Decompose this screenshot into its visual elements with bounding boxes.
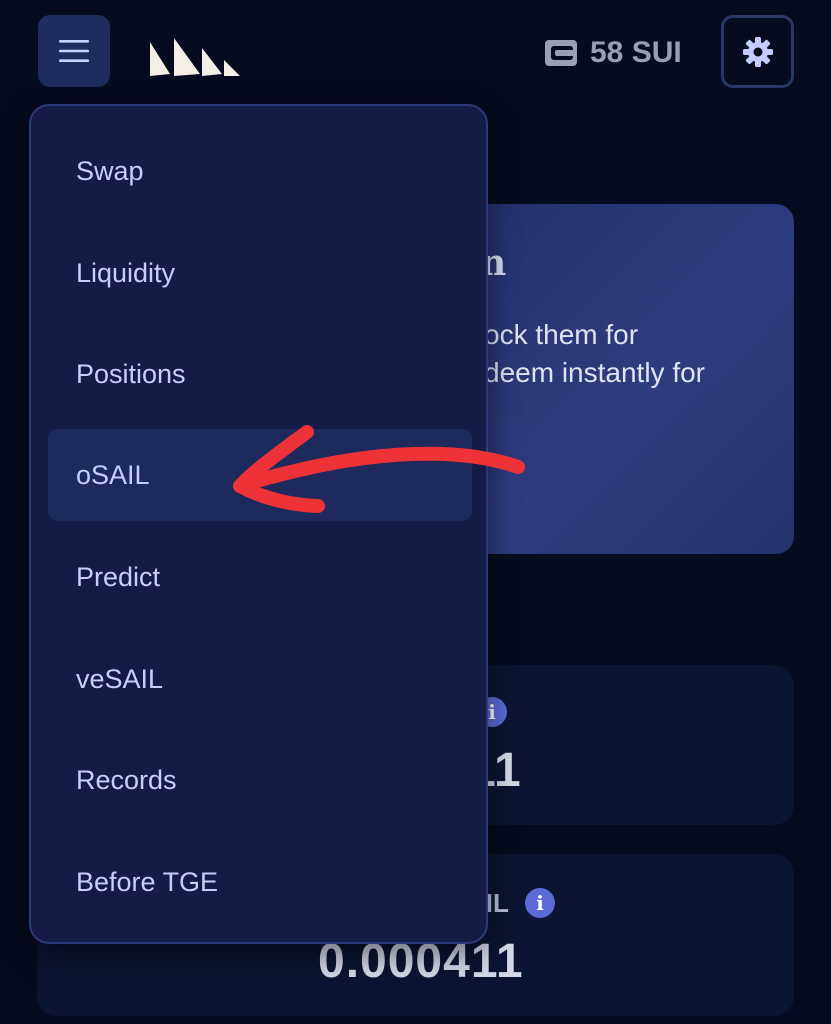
promo-text-line: ock them for: [484, 319, 639, 350]
osail-promo-card: n ock them for deem instantly for: [440, 204, 794, 554]
menu-item-liquidity[interactable]: Liquidity: [48, 227, 472, 319]
promo-description: ock them for deem instantly for: [484, 316, 784, 392]
wallet-balance-text: 58 SUI: [590, 36, 682, 69]
menu-item-label: oSAIL: [76, 459, 150, 490]
menu-item-before-tge[interactable]: Before TGE: [48, 836, 472, 928]
menu-item-label: veSAIL: [76, 663, 164, 694]
menu-item-vesail[interactable]: veSAIL: [48, 633, 472, 725]
navigation-menu: Swap Liquidity Positions oSAIL Predict v…: [29, 104, 488, 944]
menu-item-label: Positions: [76, 358, 186, 389]
menu-item-predict[interactable]: Predict: [48, 531, 472, 623]
menu-item-osail[interactable]: oSAIL: [48, 429, 472, 521]
wallet-balance[interactable]: 58 SUI: [544, 32, 682, 74]
menu-item-label: Swap: [76, 155, 144, 186]
page: 58 SUI n ock them for deem instantly for: [0, 0, 831, 1024]
settings-button[interactable]: [721, 15, 794, 88]
hamburger-icon: [59, 40, 89, 62]
menu-item-label: Records: [76, 764, 177, 795]
menu-item-label: Predict: [76, 561, 161, 592]
wallet-icon: [545, 40, 577, 66]
sail-logo-icon[interactable]: [146, 30, 242, 78]
menu-item-swap[interactable]: Swap: [48, 125, 472, 217]
promo-text-line: deem instantly for: [484, 357, 705, 388]
menu-toggle-button[interactable]: [38, 15, 110, 87]
gear-icon: [742, 36, 773, 67]
info-icon[interactable]: i: [525, 888, 555, 918]
menu-item-label: Liquidity: [76, 257, 176, 288]
menu-item-label: Before TGE: [76, 866, 219, 897]
menu-item-positions[interactable]: Positions: [48, 328, 472, 420]
menu-item-records[interactable]: Records: [48, 734, 472, 826]
